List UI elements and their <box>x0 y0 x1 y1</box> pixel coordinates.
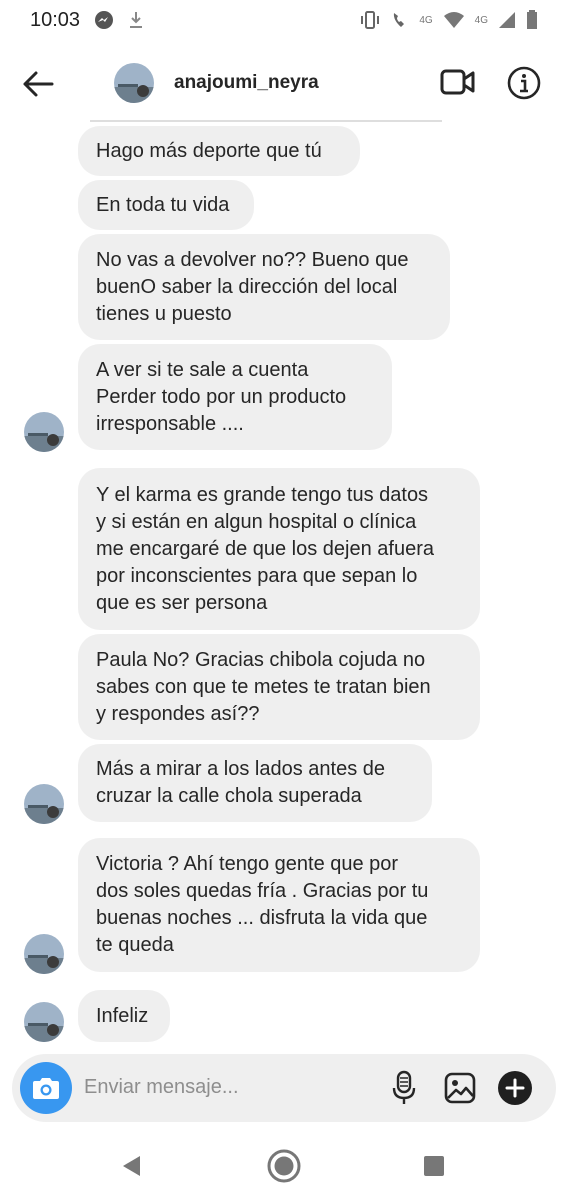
download-icon <box>130 12 142 28</box>
message-line: Y el karma es grande tengo tus datos <box>96 483 429 506</box>
call-icon <box>394 13 405 27</box>
message-bubble[interactable]: Más a mirar a los lados antes de cruzar … <box>78 744 432 822</box>
sender-avatar[interactable] <box>24 412 64 452</box>
circle-home-icon[interactable] <box>266 1148 302 1184</box>
plus-button[interactable] <box>498 1071 532 1105</box>
message-line: cruzar la calle chola superada <box>96 785 362 807</box>
gallery-icon[interactable] <box>444 1072 476 1104</box>
vibrate-icon <box>361 11 380 29</box>
system-nav-bar <box>0 1130 568 1200</box>
message-line: buenas noches ... disfruta la vida que <box>96 907 428 929</box>
message-line: dos soles quedas fría . Gracias por tu <box>96 880 429 902</box>
message-line: que es ser persona <box>96 591 268 614</box>
sender-avatar[interactable] <box>24 934 64 974</box>
message-bubble[interactable]: En toda tu vida <box>78 180 254 230</box>
camera-button[interactable] <box>20 1062 72 1114</box>
message-line: buenO saber la dirección del local <box>96 275 398 298</box>
message-bubble[interactable]: Hago más deporte que tú <box>78 126 360 176</box>
message-input[interactable]: Enviar mensaje... <box>84 1076 239 1099</box>
chat-header: anajoumi_neyra <box>0 44 568 122</box>
message-line: Más a mirar a los lados antes de <box>96 758 386 780</box>
message-line: y respondes así?? <box>96 702 260 725</box>
message-line: sabes con que te metes te tratan bien <box>96 675 431 698</box>
plus-icon <box>505 1078 525 1098</box>
signal-icon <box>499 12 515 28</box>
message-line: por inconscientes para que sepan lo <box>96 564 418 587</box>
camera-icon <box>33 1078 59 1099</box>
message-line: Infeliz <box>96 1004 149 1027</box>
square-recents-icon[interactable] <box>424 1156 444 1176</box>
message-bubble[interactable]: Infeliz <box>78 990 170 1042</box>
messenger-icon <box>95 11 113 29</box>
message-line: Hago más deporte que tú <box>96 139 322 162</box>
sender-avatar[interactable] <box>24 784 64 824</box>
wifi-icon <box>443 12 464 28</box>
microphone-icon[interactable] <box>392 1070 416 1106</box>
message-line: tienes u puesto <box>96 302 232 325</box>
network-label-1: 4G <box>419 14 433 26</box>
network-label-2: 4G <box>474 14 488 26</box>
status-bar: 10:03 4G 4G <box>0 0 568 44</box>
message-bubble[interactable]: No vas a devolver no?? Bueno que buenO s… <box>78 234 450 340</box>
message-composer: Enviar mensaje... <box>12 1054 556 1122</box>
battery-icon <box>527 10 537 29</box>
message-line: Perder todo por un producto <box>96 385 347 408</box>
message-line: te queda <box>96 934 174 956</box>
status-time: 10:03 <box>30 9 81 31</box>
message-bubble[interactable]: Victoria ? Ahí tengo gente que por dos s… <box>78 838 480 972</box>
message-bubble[interactable]: Y el karma es grande tengo tus datos y s… <box>78 468 480 630</box>
header-avatar[interactable] <box>114 63 154 103</box>
message-line: No vas a devolver no?? Bueno que <box>96 248 409 271</box>
message-line: Paula No? Gracias chibola cojuda no <box>96 648 426 671</box>
message-line: En toda tu vida <box>96 193 230 216</box>
video-call-icon[interactable] <box>440 67 476 97</box>
message-line: irresponsable .... <box>96 412 244 435</box>
message-line: A ver si te sale a cuenta <box>96 358 309 381</box>
info-icon[interactable] <box>507 66 541 100</box>
message-line: Victoria ? Ahí tengo gente que por <box>96 853 399 875</box>
sender-avatar[interactable] <box>24 1002 64 1042</box>
triangle-back-icon[interactable] <box>120 1154 142 1178</box>
message-bubble[interactable]: Paula No? Gracias chibola cojuda no sabe… <box>78 634 480 740</box>
arrow-left-icon[interactable] <box>20 66 56 102</box>
header-divider <box>90 120 442 122</box>
message-bubble[interactable]: A ver si te sale a cuenta Perder todo po… <box>78 344 392 450</box>
header-username[interactable]: anajoumi_neyra <box>174 72 319 94</box>
message-line: y si están en algun hospital o clínica <box>96 510 417 533</box>
message-line: me encargaré de que los dejen afuera <box>96 537 435 560</box>
